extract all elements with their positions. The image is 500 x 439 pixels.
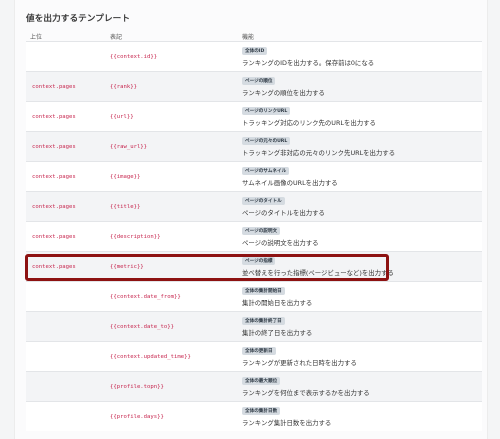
table-row: context.pages {{description}} ページの説明文 ペー… bbox=[26, 221, 482, 251]
function-description: ランキングのIDを出力する。保存前は0になる bbox=[242, 59, 375, 67]
function-badge: 全体の集計終了日 bbox=[242, 317, 285, 325]
notation-code: {{title}} bbox=[110, 204, 141, 210]
function-description: ランキングの順位を出力する bbox=[242, 89, 325, 97]
notation-code: {{rank}} bbox=[110, 84, 137, 90]
function-badge: ページの指標 bbox=[242, 257, 276, 265]
function-description: 集計の終了日を出力する bbox=[242, 329, 313, 337]
function-badge: ページのタイトル bbox=[242, 197, 285, 205]
notation-code: {{url}} bbox=[110, 114, 134, 120]
table-row: context.pages {{url}} ページのリンクURL トラッキング対… bbox=[26, 101, 482, 131]
function-description: トラッキング非対応の元々のリンク先URLを出力する bbox=[242, 149, 396, 157]
parent-code: context.pages bbox=[32, 204, 76, 210]
table-row: context.pages {{image}} ページのサムネイル サムネイル画… bbox=[26, 161, 482, 191]
function-badge: 全体の更新日 bbox=[242, 347, 276, 355]
function-badge: ページのサムネイル bbox=[242, 167, 290, 175]
function-badge: 全体の集計開始日 bbox=[242, 287, 285, 295]
table-row: {{context.updated_time}} 全体の更新日 ランキングが更新… bbox=[26, 341, 482, 371]
parent-code: context.pages bbox=[32, 114, 76, 120]
table-row: {{profile.days}} 全体の集計日数 ランキング集計日数を出力する bbox=[26, 401, 482, 431]
template-table: {{context.id}} 全体のID ランキングのIDを出力する。保存前は0… bbox=[26, 41, 482, 431]
function-description: トラッキング対応のリンク先のURLを出力する bbox=[242, 119, 376, 127]
notation-code: {{context.id}} bbox=[110, 54, 158, 60]
notation-code: {{profile.days}} bbox=[110, 414, 164, 420]
table-row: context.pages {{rank}} ページの順位 ランキングの順位を出… bbox=[26, 71, 482, 101]
function-badge: ページの元々のURL bbox=[242, 137, 291, 145]
table-row: context.pages {{title}} ページのタイトル ページのタイト… bbox=[26, 191, 482, 221]
notation-code: {{context.date_from}} bbox=[110, 294, 181, 300]
function-description: ランキングが更新された日時を出力する bbox=[242, 359, 357, 367]
table-row: {{context.id}} 全体のID ランキングのIDを出力する。保存前は0… bbox=[26, 41, 482, 71]
parent-code: context.pages bbox=[32, 264, 76, 270]
notation-code: {{context.date_to}} bbox=[110, 324, 174, 330]
function-description: ランキング集計日数を出力する bbox=[242, 419, 332, 427]
parent-code: context.pages bbox=[32, 174, 76, 180]
notation-code: {{description}} bbox=[110, 234, 161, 240]
parent-code: context.pages bbox=[32, 84, 76, 90]
notation-code: {{context.updated_time}} bbox=[110, 354, 191, 360]
parent-code: context.pages bbox=[32, 234, 76, 240]
notation-code: {{raw_url}} bbox=[110, 144, 148, 150]
section-title: 値を出力するテンプレート bbox=[26, 14, 131, 24]
header-notation: 表記 bbox=[110, 34, 123, 41]
function-description: ページの説明文を出力する bbox=[242, 239, 319, 247]
header-parent: 上位 bbox=[30, 34, 43, 41]
function-description: 並べ替えを行った指標(ページビューなど)を出力する bbox=[242, 269, 394, 277]
parent-code: context.pages bbox=[32, 144, 76, 150]
table-row: {{profile.topn}} 全体の最大順位 ランキングを何位まで表示するか… bbox=[26, 371, 482, 401]
notation-code: {{metric}} bbox=[110, 264, 144, 270]
notation-code: {{image}} bbox=[110, 174, 141, 180]
function-badge: 全体の最大順位 bbox=[242, 377, 281, 385]
function-badge: ページの説明文 bbox=[242, 227, 281, 235]
function-badge: 全体の集計日数 bbox=[242, 407, 281, 415]
function-description: ページのタイトルを出力する bbox=[242, 209, 325, 217]
function-description: サムネイル画像のURLを出力する bbox=[242, 179, 338, 187]
table-row: {{context.date_to}} 全体の集計終了日 集計の終了日を出力する bbox=[26, 311, 482, 341]
table-row: {{context.date_from}} 全体の集計開始日 集計の開始日を出力… bbox=[26, 281, 482, 311]
table-row: context.pages {{metric}} ページの指標 並べ替えを行った… bbox=[26, 251, 482, 281]
function-description: 集計の開始日を出力する bbox=[242, 299, 313, 307]
function-badge: 全体のID bbox=[242, 47, 268, 55]
function-badge: ページの順位 bbox=[242, 77, 276, 85]
table-row: context.pages {{raw_url}} ページの元々のURL トラッ… bbox=[26, 131, 482, 161]
function-badge: ページのリンクURL bbox=[242, 107, 291, 115]
function-description: ランキングを何位まで表示するかを出力する bbox=[242, 389, 370, 397]
notation-code: {{profile.topn}} bbox=[110, 384, 164, 390]
header-function: 機能 bbox=[242, 34, 255, 41]
